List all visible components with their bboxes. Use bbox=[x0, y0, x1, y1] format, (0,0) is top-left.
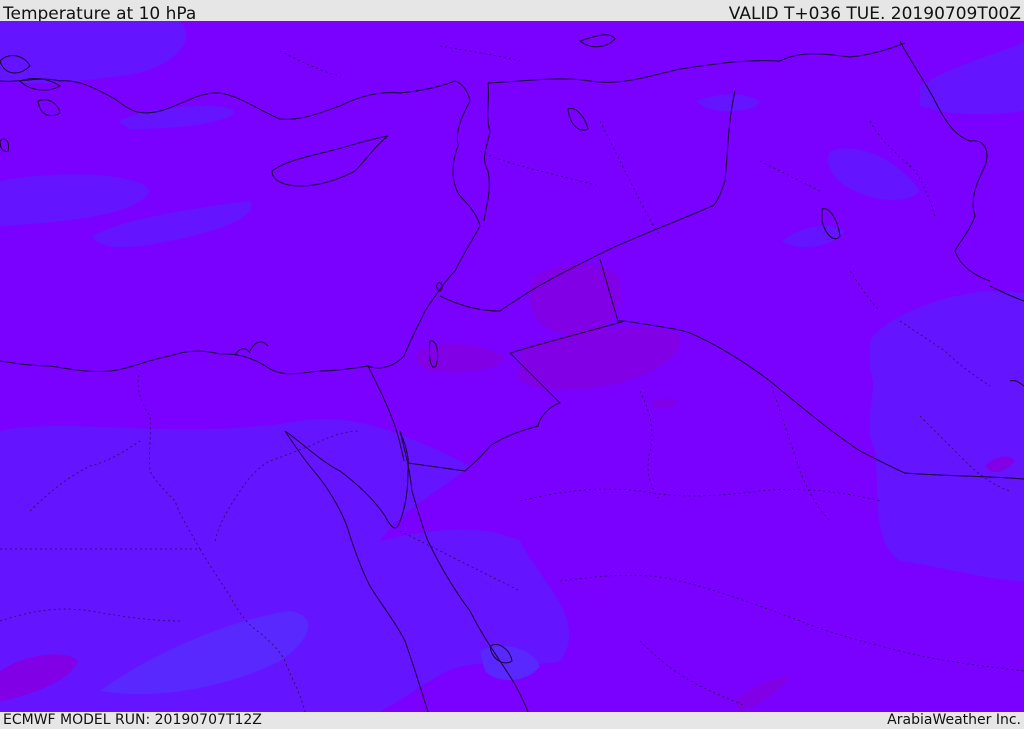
map-footer: ECMWF MODEL RUN: 20190707T12Z ArabiaWeat… bbox=[0, 712, 1024, 729]
map-canvas bbox=[0, 21, 1024, 712]
model-run-label: ECMWF MODEL RUN: 20190707T12Z bbox=[3, 712, 262, 728]
map-header: Temperature at 10 hPa VALID T+036 TUE. 2… bbox=[0, 0, 1024, 24]
credit-label: ArabiaWeather Inc. bbox=[887, 712, 1021, 728]
temperature-map[interactable] bbox=[0, 21, 1024, 712]
